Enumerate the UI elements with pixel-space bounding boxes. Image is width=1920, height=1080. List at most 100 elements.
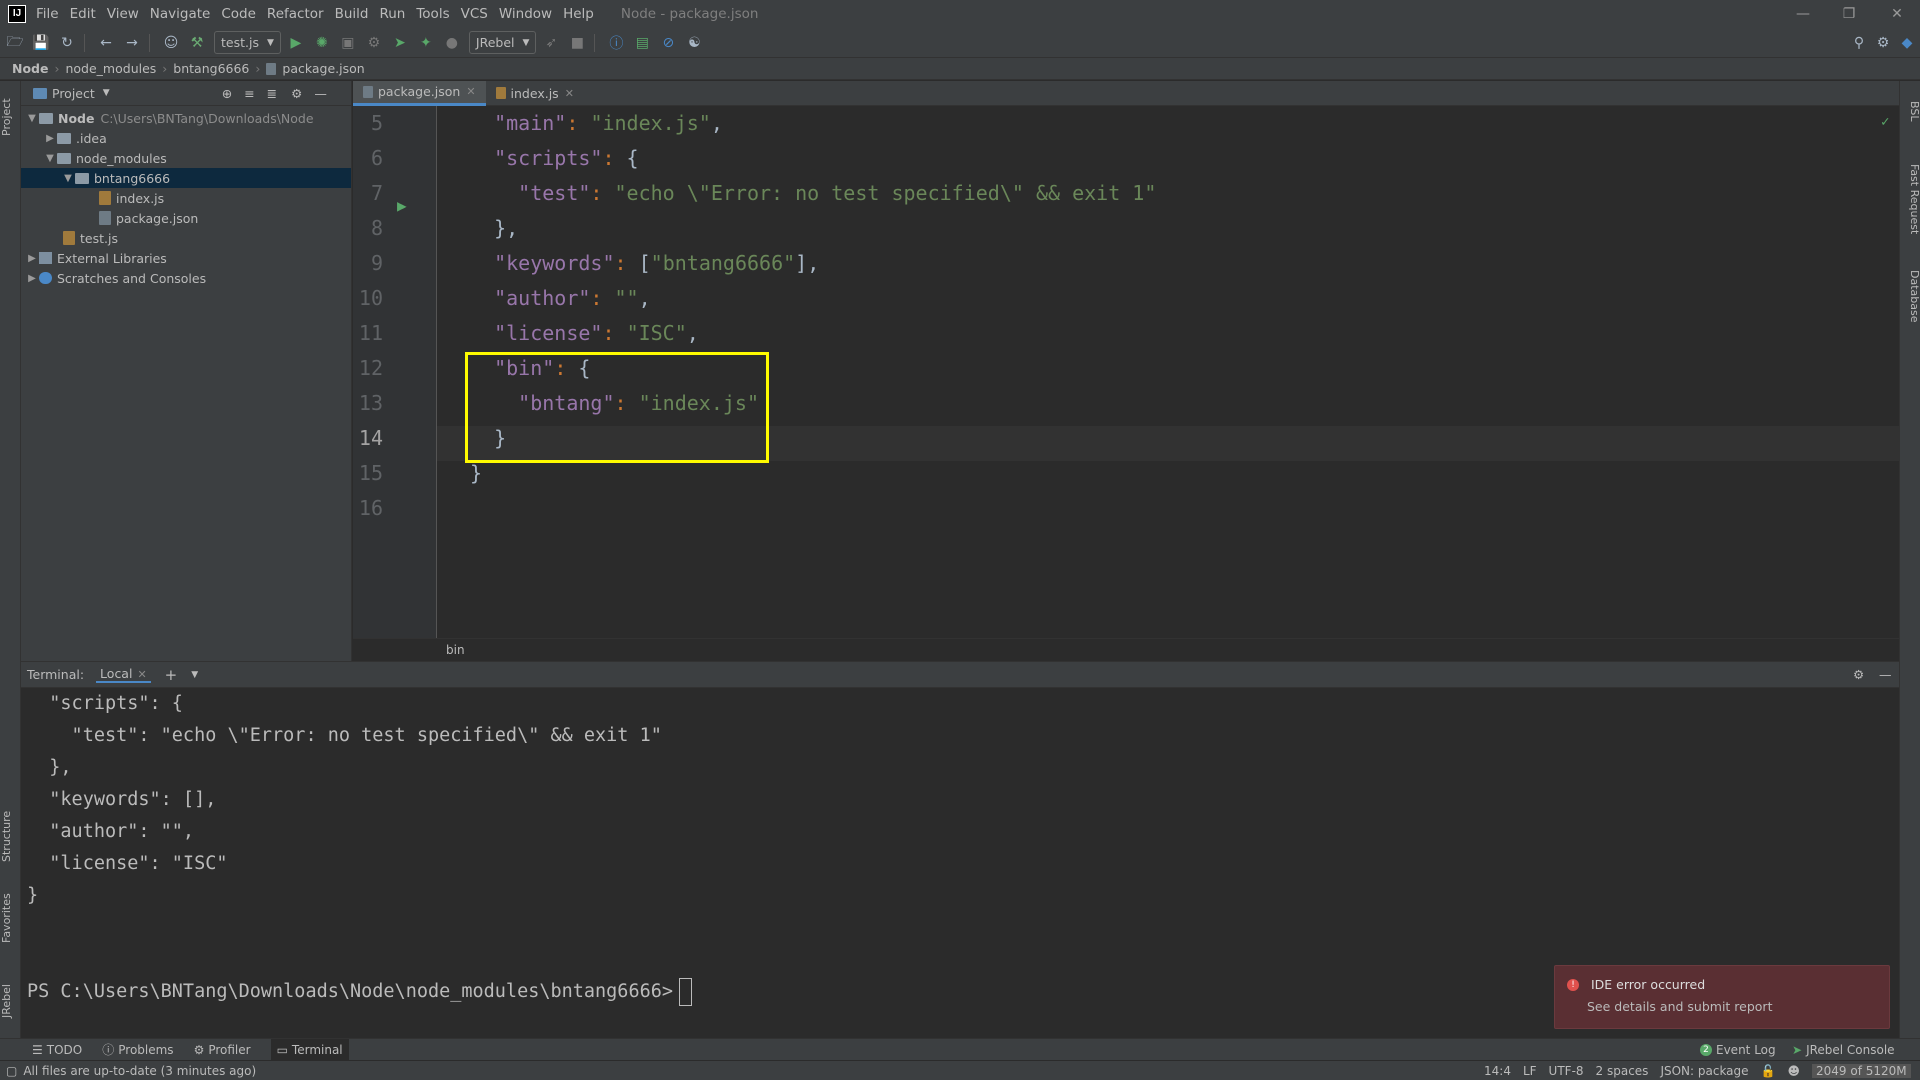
restore-icon[interactable]: ❐ <box>1826 0 1872 28</box>
forward-icon[interactable]: → <box>121 32 143 54</box>
hide-panel-icon[interactable]: — <box>1879 667 1892 682</box>
project-tool-tab[interactable]: Project <box>0 87 21 147</box>
chevron-down-icon[interactable]: ▼ <box>61 173 75 184</box>
indent-setting[interactable]: 2 spaces <box>1596 1064 1649 1078</box>
jrebel-config-select[interactable]: JRebel ▼ <box>468 31 537 54</box>
tree-item-scratches[interactable]: ▶ Scratches and Consoles <box>21 268 351 288</box>
search-icon[interactable]: ⚲ <box>1848 32 1870 54</box>
hector-icon[interactable]: ☻ <box>1788 1064 1801 1078</box>
project-view-select[interactable]: Project <box>52 86 95 101</box>
stop-icon[interactable]: ■ <box>566 32 588 54</box>
sync-icon[interactable]: ↻ <box>56 32 78 54</box>
jrebel-run-icon[interactable]: ➤ <box>389 32 411 54</box>
minimize-icon[interactable]: — <box>1780 0 1826 28</box>
breadcrumb-item-bntang6666[interactable]: bntang6666 <box>173 61 249 76</box>
notification-link[interactable]: See details and submit report <box>1587 999 1772 1014</box>
profiler-tool-button[interactable]: ⚙ Profiler <box>194 1043 251 1057</box>
menu-tools[interactable]: Tools <box>416 6 449 22</box>
debug-icon[interactable]: ✺ <box>311 32 333 54</box>
database-tool-tab[interactable]: Database <box>1900 256 1920 336</box>
chevron-right-icon[interactable]: ▶ <box>43 133 57 144</box>
close-tab-icon[interactable]: ✕ <box>137 668 146 681</box>
terminal-tool-button[interactable]: ▭ Terminal <box>270 1038 349 1061</box>
tab-package-json[interactable]: package.json ✕ <box>353 80 486 106</box>
close-tab-icon[interactable]: ✕ <box>565 87 574 100</box>
menu-build[interactable]: Build <box>335 6 369 22</box>
menu-navigate[interactable]: Navigate <box>150 6 211 22</box>
menu-view[interactable]: View <box>107 6 139 22</box>
chevron-right-icon[interactable]: ▶ <box>25 273 39 284</box>
chevron-down-icon[interactable]: ▼ <box>103 88 110 98</box>
caret-position[interactable]: 14:4 <box>1484 1064 1511 1078</box>
close-tab-icon[interactable]: ✕ <box>466 85 475 98</box>
problems-tool-button[interactable]: ⓘ Problems <box>102 1041 173 1058</box>
tree-item-external-libraries[interactable]: ▶ External Libraries <box>21 248 351 268</box>
memory-indicator[interactable]: 2049 of 5120M <box>1812 1063 1911 1078</box>
menu-file[interactable]: File <box>36 6 59 22</box>
jrebel-record-icon[interactable]: ● <box>441 32 463 54</box>
jrebel-debug-icon[interactable]: ✦ <box>415 32 437 54</box>
breadcrumb-item-package-json[interactable]: package.json <box>282 61 364 76</box>
tree-item-package-json[interactable]: package.json <box>21 208 351 228</box>
todo-tool-button[interactable]: ☰ TODO <box>32 1043 82 1057</box>
tree-item-node[interactable]: ▼ Node C:\Users\BNTang\Downloads\Node <box>21 108 351 128</box>
coverage-icon[interactable]: ▣ <box>337 32 359 54</box>
tab-local[interactable]: Local ✕ <box>96 666 151 683</box>
breadcrumb-item-node-modules[interactable]: node_modules <box>65 61 156 76</box>
menu-run[interactable]: Run <box>379 6 405 22</box>
no-entry-icon[interactable]: ⊘ <box>657 32 679 54</box>
tree-item-test-js[interactable]: test.js <box>21 228 351 248</box>
locate-icon[interactable]: ⊕ <box>222 86 232 101</box>
tree-item-index-js[interactable]: index.js <box>21 188 351 208</box>
gear-icon[interactable]: ⚙ <box>291 86 302 101</box>
hide-panel-icon[interactable]: — <box>314 86 327 101</box>
collapse-all-icon[interactable]: ≣ <box>267 86 277 101</box>
run-config-select[interactable]: test.js ▼ <box>214 31 281 54</box>
help-circle-icon[interactable]: ⓘ <box>605 32 627 54</box>
menu-edit[interactable]: Edit <box>70 6 96 22</box>
status-panel-icon[interactable]: ▢ <box>6 1064 17 1078</box>
run-gutter-icon[interactable]: ▶ <box>397 196 407 215</box>
event-log-button[interactable]: 2 Event Log <box>1700 1043 1776 1057</box>
file-encoding[interactable]: UTF-8 <box>1549 1064 1584 1078</box>
translate-icon[interactable]: ☯ <box>683 32 705 54</box>
breadcrumb-item-node[interactable]: Node <box>12 61 48 76</box>
tree-item-node-modules[interactable]: ▼ node_modules <box>21 148 351 168</box>
menu-window[interactable]: Window <box>499 6 552 22</box>
plugin-icon[interactable]: ◆ <box>1896 32 1918 54</box>
chevron-right-icon[interactable]: ▶ <box>25 253 39 264</box>
save-icon[interactable]: 💾 <box>30 32 52 54</box>
chart-icon[interactable]: ▤ <box>631 32 653 54</box>
back-icon[interactable]: ← <box>95 32 117 54</box>
ide-error-notification[interactable]: ! IDE error occurred See details and sub… <box>1554 965 1890 1029</box>
line-separator[interactable]: LF <box>1523 1064 1537 1078</box>
structure-tool-tab[interactable]: Structure <box>0 801 21 871</box>
structure-crumb[interactable]: bin <box>446 643 465 657</box>
jrebel-console-button[interactable]: ➤ JRebel Console <box>1792 1043 1895 1057</box>
vcs-user-icon[interactable]: ☺ <box>160 32 182 54</box>
close-icon[interactable]: ✕ <box>1874 0 1920 28</box>
tab-index-js[interactable]: index.js ✕ <box>486 81 584 106</box>
menu-help[interactable]: Help <box>563 6 594 22</box>
bsl-tool-tab[interactable]: BSL <box>1900 91 1920 131</box>
menu-code[interactable]: Code <box>221 6 256 22</box>
jrebel-tool-tab[interactable]: JRebel <box>0 976 21 1026</box>
menu-vcs[interactable]: VCS <box>461 6 488 22</box>
profile-icon[interactable]: ⚙ <box>363 32 385 54</box>
new-terminal-icon[interactable]: + <box>165 666 178 684</box>
chevron-down-icon[interactable]: ▼ <box>43 153 57 164</box>
settings-gear-icon[interactable]: ⚙ <box>1872 32 1894 54</box>
open-folder-icon[interactable]: 🗁 <box>4 32 26 54</box>
json-schema[interactable]: JSON: package <box>1660 1064 1748 1078</box>
tree-item-idea[interactable]: ▶ .idea <box>21 128 351 148</box>
run-icon[interactable]: ▶ <box>285 32 307 54</box>
fast-request-tool-tab[interactable]: Fast Request <box>1900 149 1920 249</box>
gear-icon[interactable]: ⚙ <box>1853 667 1864 682</box>
tree-item-bntang6666[interactable]: ▼ bntang6666 <box>21 168 351 188</box>
build-hammer-icon[interactable]: ⚒ <box>186 32 208 54</box>
expand-all-icon[interactable]: ≡ <box>244 86 254 101</box>
chevron-down-icon[interactable]: ▼ <box>191 670 198 680</box>
chevron-down-icon[interactable]: ▼ <box>25 113 39 124</box>
favorites-tool-tab[interactable]: Favorites <box>0 886 21 951</box>
menu-refactor[interactable]: Refactor <box>267 6 324 22</box>
